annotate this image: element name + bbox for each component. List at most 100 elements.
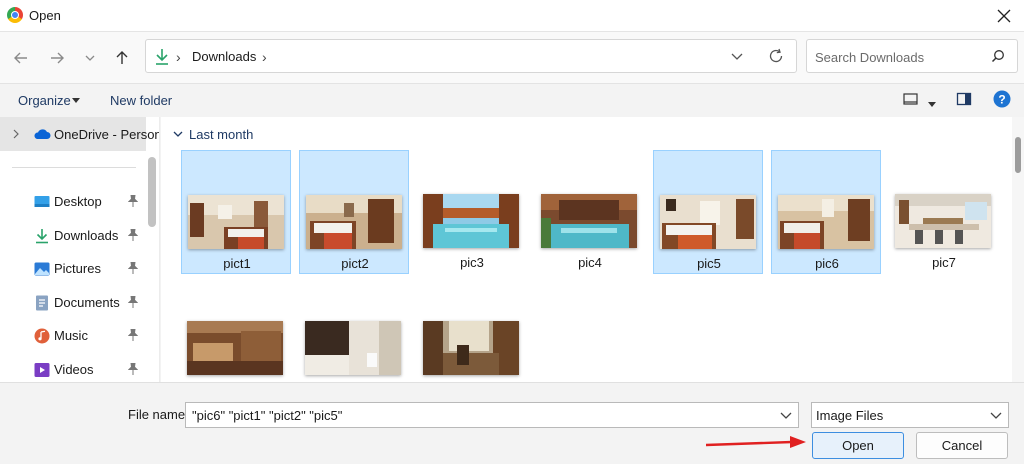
file-item[interactable] [417,287,527,382]
search-icon [991,50,1004,63]
sidebar-item-label: Pictures [54,261,101,276]
file-list: Last month pict1 pict2 pic3 pic4 pic5 pi… [161,117,1024,382]
file-item[interactable] [181,287,291,382]
file-name: pict1 [223,256,251,271]
change-view-button[interactable] [903,91,919,110]
chrome-icon [7,7,23,23]
pin-icon [128,296,138,308]
file-list-scrollbar[interactable] [1012,117,1024,382]
breadcrumb-downloads[interactable]: Downloads [192,49,256,64]
sidebar-item-pictures[interactable]: Pictures [0,257,146,281]
documents-icon [36,295,48,311]
red-arrow-annotation [706,436,806,448]
window-title: Open [29,8,61,23]
file-name-input[interactable] [190,406,770,424]
image-thumbnail [541,194,637,248]
close-button[interactable] [984,0,1024,32]
music-icon [34,328,50,344]
sidebar-item-desktop[interactable]: Desktop [0,190,146,214]
caret-down-icon [928,102,936,107]
refresh-button[interactable] [768,48,784,67]
view-options-button[interactable] [928,95,936,110]
address-bar[interactable]: › Downloads › [145,39,797,73]
help-icon: ? [993,90,1011,108]
chevron-down-icon [173,131,183,137]
file-item[interactable]: pict1 [181,150,291,274]
file-item[interactable]: pic6 [771,150,881,274]
file-item[interactable]: pic3 [417,150,527,274]
sidebar-item-label: Videos [54,362,94,377]
breadcrumb-separator: › [176,49,181,65]
chevron-down-icon [731,53,743,60]
new-folder-button[interactable]: New folder [110,93,172,108]
chevron-right-icon [13,129,19,139]
sidebar-item-label: Documents [54,295,120,310]
file-type-value: Image Files [816,408,884,423]
file-item[interactable]: pic4 [535,150,645,274]
cancel-button[interactable]: Cancel [916,432,1008,459]
search-input[interactable] [813,47,983,67]
command-bar: Organize New folder ? [0,85,1024,117]
scrollbar-thumb[interactable] [1015,137,1021,173]
pin-icon [128,262,138,274]
image-thumbnail [306,195,402,249]
arrow-left-icon [14,52,27,64]
pin-icon [128,329,138,341]
preview-pane-icon [956,92,972,106]
open-button[interactable]: Open [812,432,904,459]
file-item[interactable] [299,287,409,382]
file-item[interactable]: pic7 [889,150,999,274]
file-name: pic7 [932,255,956,270]
image-thumbnail [423,194,519,248]
file-name-label: File name: [128,407,189,422]
svg-text:?: ? [998,93,1005,107]
file-name-combobox[interactable] [185,402,799,428]
sidebar-divider [12,167,136,168]
file-name: pict2 [341,256,369,271]
pin-icon [128,229,138,241]
forward-button[interactable] [43,44,71,72]
search-box[interactable] [806,39,1018,73]
organize-button[interactable]: Organize [18,93,71,108]
desktop-icon [34,196,50,207]
file-name: pic6 [815,256,839,271]
up-button[interactable] [108,44,136,72]
image-thumbnail [188,195,284,249]
sidebar-scrollbar[interactable] [148,157,156,227]
navigation-bar: › Downloads › [0,32,1024,84]
image-thumbnail [305,321,401,375]
refresh-icon [769,48,783,63]
help-button[interactable]: ? [993,90,1011,111]
sidebar-item-label: Desktop [54,194,102,209]
address-dropdown-button[interactable] [730,49,744,66]
sidebar-item-downloads[interactable]: Downloads [0,224,146,248]
sidebar-item-music[interactable]: Music [0,324,146,348]
file-name: pic4 [578,255,602,270]
title-bar: Open [0,0,1024,32]
sidebar-item-onedrive[interactable]: OneDrive - Personal [0,117,159,151]
chevron-down-icon [85,55,95,61]
image-thumbnail [660,195,756,249]
chevron-down-icon[interactable] [780,410,792,420]
sidebar-item-videos[interactable]: Videos [0,358,146,382]
sidebar-item-documents[interactable]: Documents [0,291,146,315]
image-thumbnail [895,194,991,248]
breadcrumb-separator[interactable]: › [262,49,267,65]
image-thumbnail [778,195,874,249]
pictures-icon [34,262,50,276]
file-type-select[interactable]: Image Files [811,402,1009,428]
recent-locations-button[interactable] [76,44,104,72]
file-name: pic3 [460,255,484,270]
file-item[interactable]: pic5 [653,150,763,274]
view-icon [903,93,918,105]
sidebar-item-label: Music [54,328,88,343]
file-name: pic5 [697,256,721,271]
caret-down-icon [72,98,80,103]
file-item[interactable]: pict2 [299,150,409,274]
group-label: Last month [189,127,254,142]
videos-icon [34,363,50,377]
back-button[interactable] [7,44,35,72]
preview-pane-button[interactable] [956,91,972,110]
arrow-right-icon [51,52,64,64]
download-icon [36,229,48,244]
